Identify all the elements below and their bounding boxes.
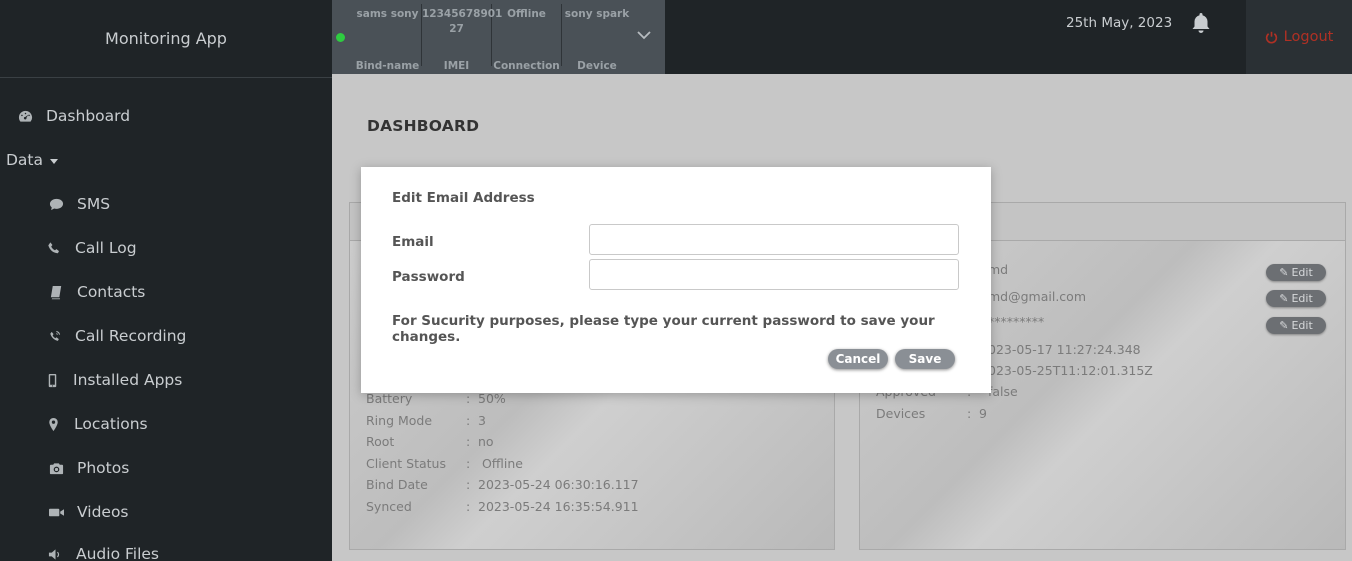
info-row: Bind Date:2023-05-24 06:30:16.117 [366, 477, 639, 492]
info-row: Ring Mode:3 [366, 413, 486, 428]
info-row: ********* [988, 314, 1045, 329]
info-row: md [988, 262, 1009, 277]
volume-icon [46, 545, 64, 561]
security-note: For Sucurity purposes, please type your … [392, 313, 935, 345]
password-label: Password [392, 269, 465, 285]
map-marker-icon [44, 415, 62, 433]
password-input[interactable] [589, 259, 959, 290]
sidebar-item-call-log[interactable]: Call Log [45, 239, 137, 257]
info-row: Synced:2023-05-24 16:35:54.911 [366, 499, 639, 514]
sidebar: Monitoring App Dashboard Data SMS Call L… [0, 0, 332, 561]
info-row: Root: no [366, 434, 494, 449]
sidebar-item-videos[interactable]: Videos [47, 503, 129, 521]
bell-icon[interactable] [1189, 11, 1213, 35]
edit-icon: ✎ [1279, 319, 1289, 332]
status-online-dot [336, 33, 345, 42]
sidebar-item-dashboard[interactable]: Dashboard [16, 107, 130, 125]
device-col-imei: 12345678901 27 IMEI [422, 4, 502, 72]
edit-password-button[interactable]: ✎ Edit [1266, 317, 1326, 334]
save-button[interactable]: Save [895, 349, 955, 369]
sidebar-item-label: Locations [74, 415, 148, 433]
video-camera-icon [47, 503, 65, 521]
info-row: 023-05-25T11:12:01.315Z [988, 363, 1153, 378]
phone-icon [45, 239, 63, 257]
info-row: Client Status: Offline [366, 456, 523, 471]
current-date: 25th May, 2023 [1066, 15, 1173, 31]
sidebar-item-label: SMS [77, 195, 111, 213]
book-icon [47, 283, 65, 301]
modal-title: Edit Email Address [392, 190, 535, 206]
sidebar-item-installed-apps[interactable]: Installed Apps [43, 371, 182, 389]
sidebar-item-locations[interactable]: Locations [44, 415, 148, 433]
app-title: Monitoring App [0, 0, 332, 78]
sidebar-item-audio-files[interactable]: Audio Files [46, 545, 159, 561]
edit-name-button[interactable]: ✎ Edit [1266, 264, 1326, 281]
info-row: md@gmail.com [988, 289, 1086, 304]
caret-down-icon [50, 158, 59, 164]
logout-label: Logout [1283, 29, 1334, 45]
edit-icon: ✎ [1279, 266, 1289, 279]
camera-icon [47, 459, 65, 477]
sidebar-item-label: Dashboard [46, 107, 131, 125]
info-row: Devices:9 [876, 406, 987, 421]
cancel-button[interactable]: Cancel [828, 349, 888, 369]
volume-control-phone-icon [45, 327, 63, 345]
sidebar-item-label: Contacts [77, 283, 146, 301]
mobile-icon [43, 371, 61, 389]
sidebar-item-label: Photos [77, 459, 130, 477]
sidebar-item-label: Data [6, 151, 44, 169]
chevron-down-icon[interactable] [637, 30, 651, 40]
sidebar-item-sms[interactable]: SMS [47, 195, 110, 213]
device-col-connection: Offline Connection [492, 4, 562, 72]
comment-icon [47, 195, 65, 213]
edit-email-button[interactable]: ✎ Edit [1266, 290, 1326, 307]
sidebar-item-contacts[interactable]: Contacts [47, 283, 145, 301]
sidebar-item-call-recording[interactable]: Call Recording [45, 327, 186, 345]
power-icon [1265, 31, 1277, 43]
email-input[interactable] [589, 224, 959, 255]
logout-button[interactable]: Logout [1246, 0, 1352, 74]
device-col-device: sony spark Device [564, 8, 630, 72]
page-title: DASHBOARD [367, 117, 480, 135]
sidebar-item-photos[interactable]: Photos [47, 459, 129, 477]
edit-email-modal: Edit Email Address Email Password For Su… [361, 167, 991, 393]
sidebar-item-label: Call Recording [75, 327, 187, 345]
sidebar-item-label: Audio Files [76, 545, 159, 561]
email-label: Email [392, 234, 434, 250]
edit-icon: ✎ [1279, 292, 1289, 305]
sidebar-item-data[interactable]: Data [6, 151, 59, 169]
sidebar-item-label: Videos [77, 503, 129, 521]
sidebar-item-label: Call Log [75, 239, 137, 257]
device-col-bind-name: sams sony Bind-name [354, 4, 422, 72]
dashboard-icon [16, 107, 34, 125]
info-row: 023-05-17 11:27:24.348 [988, 342, 1141, 357]
device-selector[interactable]: sams sony Bind-name 12345678901 27 IMEI … [332, 0, 665, 74]
info-row: Battery:50% [366, 391, 506, 406]
sidebar-item-label: Installed Apps [73, 371, 183, 389]
top-bar: sams sony Bind-name 12345678901 27 IMEI … [332, 0, 1352, 74]
